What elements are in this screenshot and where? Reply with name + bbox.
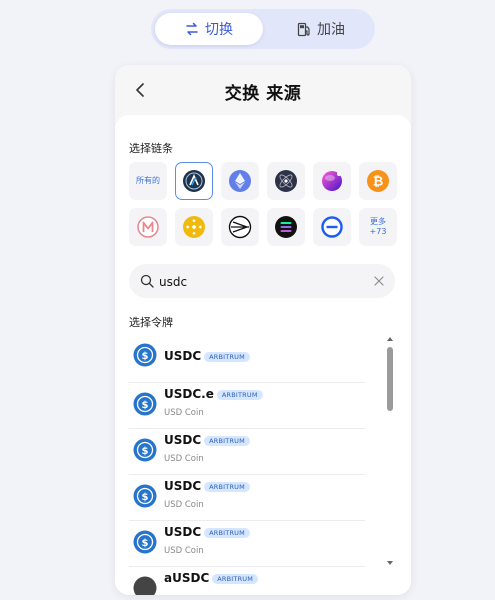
panel-header: 交换 来源	[115, 65, 411, 115]
token-section-label: 选择令牌	[129, 316, 173, 329]
usdc-icon: $	[133, 343, 157, 367]
cosmos-icon	[275, 170, 297, 192]
tab-refuel[interactable]: 加油	[271, 13, 371, 45]
chain-solana[interactable]	[267, 208, 305, 246]
chain-badge: ARBITRUM	[204, 435, 250, 446]
chain-section-label: 选择链条	[129, 142, 173, 155]
token-symbol: USDC	[164, 349, 202, 363]
chain-all-label: 所有的	[136, 176, 160, 185]
chain-blue-ring[interactable]	[313, 208, 351, 246]
chain-more-label: 更多	[369, 217, 386, 226]
svg-text:$: $	[142, 351, 149, 362]
swap-arrows-icon	[185, 22, 199, 36]
token-title: USDC ARBITRUM	[164, 433, 250, 447]
page-title: 交换 来源	[224, 84, 302, 104]
token-symbol: USDC	[164, 479, 202, 493]
svg-text:$: $	[142, 400, 149, 411]
chain-badge: ARBITRUM	[204, 351, 250, 362]
chain-bnb[interactable]	[175, 208, 213, 246]
chain-bitcoin[interactable]: ₿	[359, 162, 397, 200]
swap-source-panel: 交换 来源 选择链条 所有的 ₿ 更多 +73 usdc 选择令牌 $ USDC…	[115, 65, 411, 595]
token-name: USD Coin	[164, 408, 204, 418]
search-input[interactable]	[157, 272, 361, 292]
mode-tabs: 切换 加油	[151, 9, 375, 49]
chain-near[interactable]	[221, 208, 259, 246]
token-row[interactable]: $ USDC ARBITRUM USD Coin	[129, 429, 365, 475]
token-title: USDC ARBITRUM	[164, 349, 250, 363]
usdc-icon: $	[133, 530, 157, 554]
token-name: USD Coin	[164, 546, 204, 556]
chain-all[interactable]: 所有的	[129, 162, 167, 200]
token-symbol: aUSDC	[164, 571, 210, 585]
panel-body: 选择链条 所有的 ₿ 更多 +73 usdc 选择令牌 $ USDC ARBIT…	[115, 115, 411, 595]
fuel-pump-icon	[297, 22, 311, 37]
token-row[interactable]: $ USDC ARBITRUM	[129, 337, 365, 383]
bitcoin-icon: ₿	[367, 170, 389, 192]
token-title: USDC ARBITRUM	[164, 525, 250, 539]
tab-swap[interactable]: 切换	[155, 13, 263, 45]
chain-maker[interactable]	[129, 208, 167, 246]
tab-refuel-label: 加油	[317, 22, 345, 38]
bnb-icon	[183, 216, 205, 238]
near-style-icon	[228, 215, 252, 239]
ausdc-icon	[133, 576, 157, 595]
svg-text:$: $	[142, 446, 149, 457]
chain-more-button[interactable]: 更多 +73	[359, 208, 397, 246]
chain-badge: ARBITRUM	[216, 389, 263, 400]
chain-more-text: 更多 +73	[370, 217, 387, 237]
usdc-icon: $	[133, 438, 157, 462]
token-title: aUSDC ARBITRUM	[164, 571, 259, 585]
scroll-thumb[interactable]	[387, 347, 393, 411]
maker-m-icon	[137, 216, 159, 238]
chain-badge: ARBITRUM	[212, 573, 259, 584]
chain-more-count: +73	[369, 227, 387, 236]
token-row[interactable]: $ USDC ARBITRUM USD Coin	[129, 521, 365, 567]
scroll-down-arrow-icon[interactable]	[387, 561, 393, 565]
token-row[interactable]: $ USDC ARBITRUM USD Coin	[129, 475, 365, 521]
chain-badge: ARBITRUM	[204, 481, 250, 492]
tab-swap-label: 切换	[205, 22, 233, 38]
token-name: USD Coin	[164, 500, 204, 510]
token-row[interactable]: aUSDC ARBITRUM	[129, 567, 365, 595]
token-symbol: USDC.e	[164, 387, 214, 401]
token-list-scrollbar[interactable]	[385, 337, 395, 567]
token-search	[129, 264, 395, 298]
chain-arbitrum[interactable]	[175, 162, 213, 200]
blue-ring-icon	[321, 216, 343, 238]
scroll-up-arrow-icon[interactable]	[387, 337, 393, 341]
token-title: USDC.e ARBITRUM	[164, 387, 263, 401]
usdc-icon: $	[133, 392, 157, 416]
purple-sphere-icon	[322, 171, 342, 191]
clear-search-icon[interactable]	[373, 275, 385, 287]
usdc-icon: $	[133, 484, 157, 508]
token-list: $ USDC ARBITRUM $ USDC.e ARBITRUM USD Coin…	[129, 337, 379, 595]
arbitrum-icon	[183, 170, 205, 192]
chain-ethereum[interactable]	[221, 162, 259, 200]
solana-icon	[275, 216, 297, 238]
token-symbol: USDC	[164, 525, 202, 539]
search-icon	[140, 274, 154, 288]
svg-text:$: $	[142, 538, 149, 549]
chain-cosmos[interactable]	[267, 162, 305, 200]
ethereum-icon	[229, 170, 251, 192]
chain-purple[interactable]	[313, 162, 351, 200]
token-symbol: USDC	[164, 433, 202, 447]
svg-text:$: $	[142, 492, 149, 503]
svg-text:₿: ₿	[373, 175, 384, 190]
token-row[interactable]: $ USDC.e ARBITRUM USD Coin	[129, 383, 365, 429]
chain-badge: ARBITRUM	[204, 527, 250, 538]
token-name: USD Coin	[164, 454, 204, 464]
token-title: USDC ARBITRUM	[164, 479, 250, 493]
